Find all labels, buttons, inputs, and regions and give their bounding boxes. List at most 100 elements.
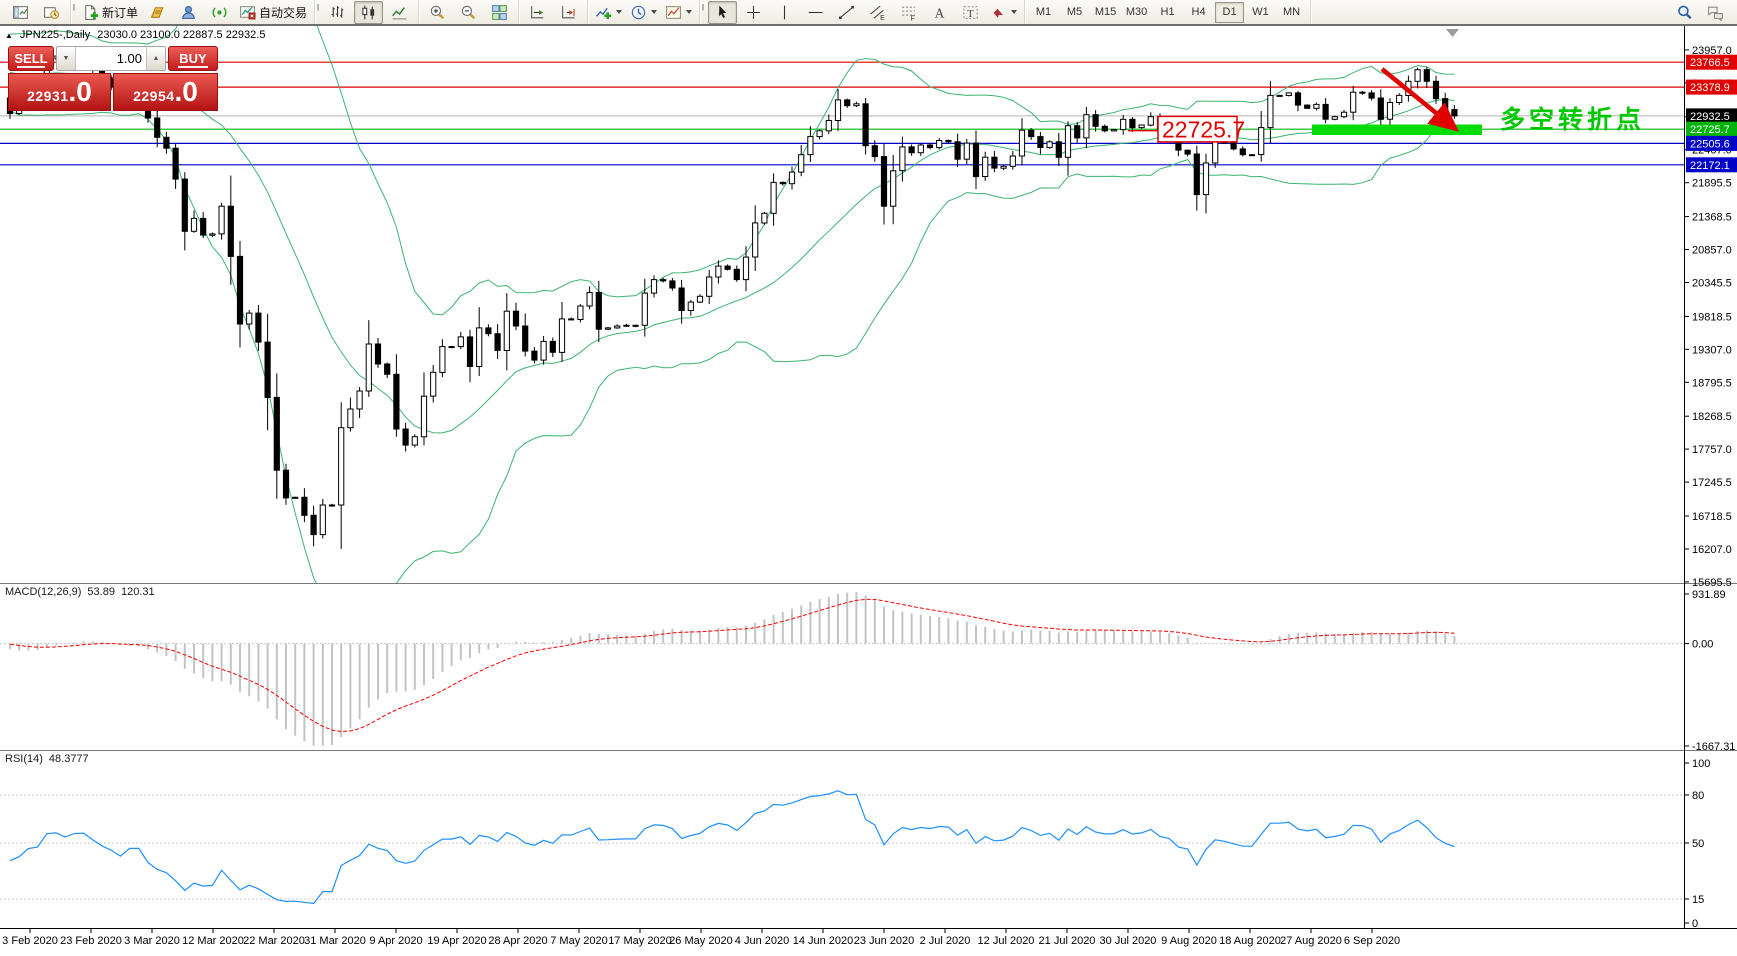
- tile-windows-button[interactable]: [485, 1, 514, 24]
- cursor-icon: [719, 5, 727, 18]
- strategy-tester-icon: [44, 6, 60, 19]
- charts-panel-icon: [13, 5, 28, 19]
- timeframe-m1-button[interactable]: M1: [1029, 2, 1058, 23]
- signals-icon: [212, 7, 227, 17]
- svg-text:17245.5: 17245.5: [1692, 477, 1732, 489]
- periods-button[interactable]: [627, 1, 660, 24]
- timeframe-h4-button[interactable]: H4: [1184, 2, 1213, 23]
- trendline-button[interactable]: [832, 1, 861, 24]
- crosshair-button[interactable]: [739, 1, 768, 24]
- rsi-indicator-label: RSI(14) 48.3777: [5, 753, 89, 765]
- svg-text:21368.5: 21368.5: [1692, 212, 1732, 224]
- text-label-icon: T: [963, 5, 978, 19]
- date-label: 3 Feb 2020: [2, 935, 58, 947]
- collapse-icon[interactable]: ▲: [5, 30, 13, 41]
- charts-panel-button[interactable]: [6, 1, 35, 24]
- support-zone-annotation[interactable]: [1312, 124, 1482, 136]
- bar-chart-button[interactable]: [323, 1, 352, 24]
- svg-text:E: E: [880, 14, 885, 20]
- search-icon: [1678, 5, 1692, 20]
- date-label: 18 Aug 2020: [1219, 935, 1281, 947]
- svg-text:0: 0: [1692, 918, 1698, 930]
- fibonacci-button[interactable]: F: [894, 1, 923, 24]
- sell-price-display[interactable]: 22931.0: [8, 73, 111, 111]
- rsi-value: 48.3777: [48, 753, 89, 765]
- candlestick-button[interactable]: [354, 0, 384, 24]
- metaeditor-icon: [150, 6, 164, 18]
- volume-increase-button[interactable]: ▲: [146, 47, 165, 70]
- timeframe-w1-button[interactable]: W1: [1246, 2, 1275, 23]
- zoom-out-button[interactable]: [454, 1, 483, 24]
- horizontal-line-button[interactable]: [801, 1, 830, 24]
- date-label: 27 Aug 2020: [1280, 935, 1342, 947]
- metaeditor-button[interactable]: [143, 1, 172, 24]
- vertical-line-icon: [784, 5, 786, 19]
- timeframe-h1-button[interactable]: H1: [1153, 2, 1182, 23]
- community-icon: [182, 5, 195, 19]
- toolbar-group: E FA T: [700, 0, 1026, 24]
- price-tag-annotation[interactable]: 22725.7: [1157, 115, 1245, 143]
- svg-text:16718.5: 16718.5: [1692, 511, 1732, 523]
- autotrading-button-label: 自动交易: [259, 5, 308, 20]
- timeframe-m15-button[interactable]: M15: [1091, 2, 1120, 23]
- search-button[interactable]: [1670, 1, 1699, 24]
- note-annotation[interactable]: 多空转折点: [1500, 105, 1645, 134]
- vertical-line-button[interactable]: [770, 1, 799, 24]
- arrows-icon: [993, 8, 1003, 18]
- chart-area[interactable]: 22725.7多空转折点23957.023445.522918.522407.0…: [0, 0, 1737, 951]
- tile-windows-icon: [492, 4, 507, 20]
- svg-text:100: 100: [1692, 758, 1710, 770]
- chart-svg[interactable]: 22725.7多空转折点23957.023445.522918.522407.0…: [0, 0, 1737, 951]
- price-badge: 22725.7: [1686, 121, 1737, 137]
- timeframe-d1-button[interactable]: D1: [1215, 1, 1245, 23]
- chart-shift-button[interactable]: [554, 1, 583, 24]
- toolbar: 新订单 自动交易 E F A T M1 M5 M15 M30 H1 H4 D1 W1 MN: [0, 0, 1737, 25]
- channel-button[interactable]: E: [863, 1, 892, 24]
- cursor-button[interactable]: [708, 0, 738, 24]
- community-button[interactable]: [174, 1, 203, 24]
- arrows-button[interactable]: [987, 1, 1020, 24]
- svg-text:21895.5: 21895.5: [1692, 178, 1732, 190]
- text-button[interactable]: A: [925, 1, 954, 24]
- buy-price-main: 22954: [133, 88, 175, 104]
- templates-button[interactable]: [662, 1, 695, 24]
- chat-icon: [1708, 6, 1723, 21]
- new-order-button[interactable]: 新订单: [79, 1, 141, 24]
- timeframe-m30-button[interactable]: M30: [1122, 2, 1151, 23]
- auto-scroll-button[interactable]: [523, 1, 552, 24]
- buy-price-display[interactable]: 22954.0: [113, 73, 218, 111]
- timeframe-mn-button[interactable]: MN: [1277, 2, 1306, 23]
- price-badge: 22505.6: [1686, 135, 1737, 151]
- svg-text:18795.5: 18795.5: [1692, 377, 1732, 389]
- templates-icon: [666, 5, 681, 19]
- sell-price-frac: .0: [68, 76, 92, 107]
- svg-text:15695.5: 15695.5: [1692, 577, 1732, 589]
- toolbar-group: [419, 0, 520, 24]
- toolbar-group: [519, 0, 589, 24]
- new-order-icon: [85, 4, 99, 20]
- text-label-button[interactable]: T: [956, 1, 985, 24]
- indicators-button[interactable]: [592, 1, 625, 24]
- chat-button[interactable]: [1701, 1, 1730, 24]
- buy-button-label: BUY: [179, 51, 207, 66]
- svg-text:22505.6: 22505.6: [1690, 138, 1730, 150]
- sell-button[interactable]: SELL: [8, 46, 54, 71]
- line-chart-button[interactable]: [385, 1, 414, 24]
- strategy-tester-button[interactable]: [37, 1, 66, 24]
- price-badge: 23766.5: [1686, 54, 1737, 70]
- macd-indicator-label: MACD(12,26,9) 53.89 120.31: [5, 586, 155, 598]
- zoom-in-button[interactable]: [423, 1, 452, 24]
- buy-button[interactable]: BUY: [168, 46, 218, 71]
- date-label: 23 Jun 2020: [854, 935, 915, 947]
- date-label: 6 Sep 2020: [1344, 935, 1400, 947]
- macd-signal-value: 120.31: [120, 586, 155, 598]
- bar-chart-icon: [331, 5, 344, 18]
- autotrading-button[interactable]: 自动交易: [236, 1, 310, 24]
- volume-input[interactable]: [76, 47, 146, 70]
- channel-icon: E: [870, 5, 885, 21]
- svg-text:18268.5: 18268.5: [1692, 411, 1732, 423]
- signals-button[interactable]: [205, 1, 234, 24]
- timeframe-m5-button[interactable]: M5: [1060, 2, 1089, 23]
- svg-text:T: T: [967, 8, 974, 19]
- volume-decrease-button[interactable]: ▼: [57, 47, 76, 70]
